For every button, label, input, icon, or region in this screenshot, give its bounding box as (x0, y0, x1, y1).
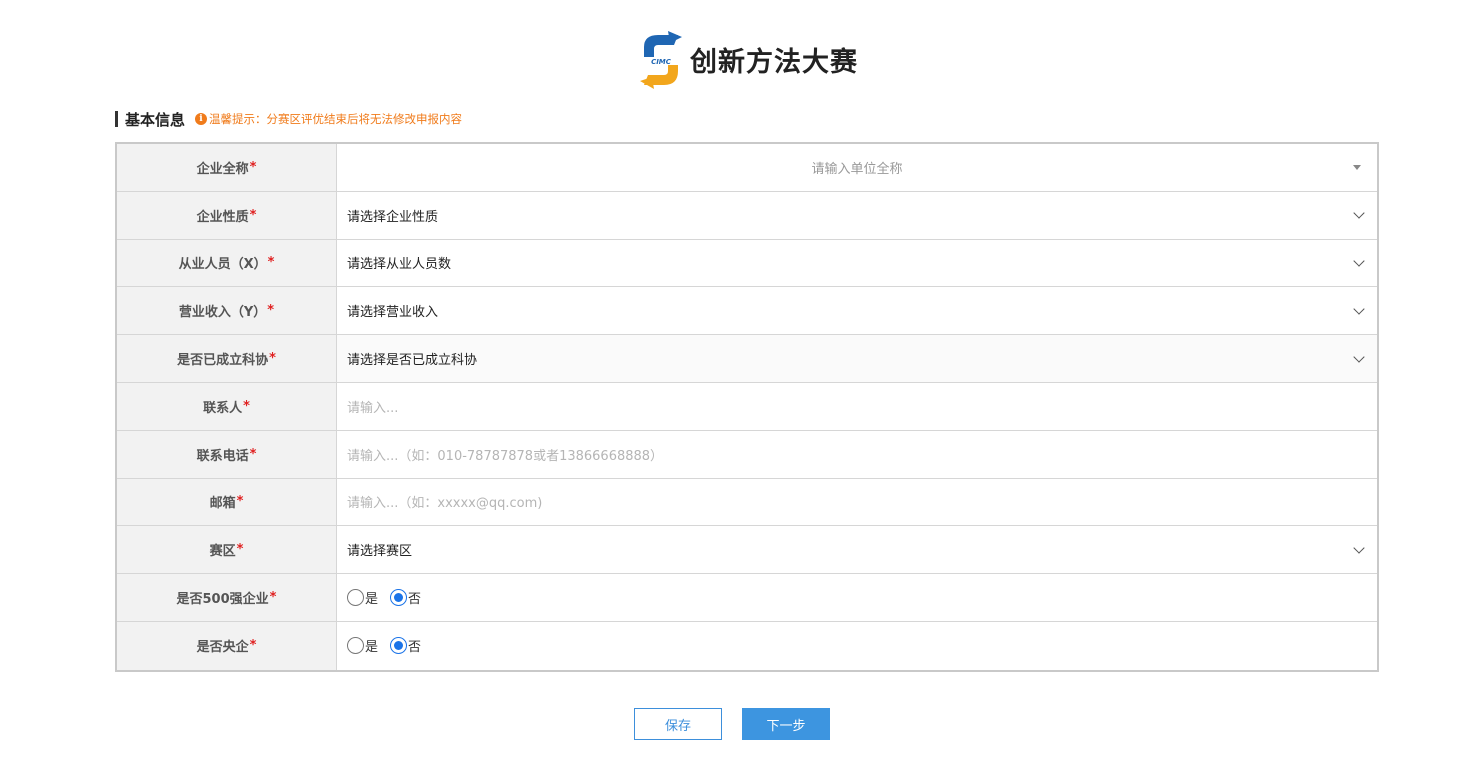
label-central: 是否央企 * (117, 621, 337, 670)
logo-text: CIMC (651, 58, 672, 66)
chevron-down-icon (1353, 542, 1365, 554)
required-mark: * (249, 638, 257, 654)
label-revenue: 营业收入（Y） * (117, 287, 337, 335)
contact-placeholder: 请输入... (347, 400, 399, 416)
phone-placeholder: 请输入...（如：010-78787878或者13866668888） (347, 448, 664, 464)
label-region: 赛区 * (117, 526, 337, 574)
label-top500: 是否500强企业 * (117, 574, 337, 621)
revenue-select[interactable]: 请选择营业收入 (337, 287, 1377, 334)
label-company-name: 企业全称 * (117, 144, 337, 191)
central-radio-group: 是 否 (337, 622, 1377, 670)
central-no-option[interactable]: 否 (390, 636, 421, 655)
save-button[interactable]: 保存 (634, 708, 722, 740)
radio-no-checked[interactable] (390, 637, 408, 655)
phone-input[interactable]: 请输入...（如：010-78787878或者13866668888） (337, 431, 1377, 478)
company-name-select[interactable]: 请输入单位全称 (337, 144, 1377, 191)
row-company-type: 企业性质 * 请选择企业性质 (117, 191, 1377, 240)
required-mark: * (269, 590, 277, 606)
top500-yes-option[interactable]: 是 (347, 588, 378, 607)
contact-input[interactable]: 请输入... (337, 383, 1377, 430)
required-mark: * (249, 159, 257, 175)
action-buttons: 保存 下一步 (0, 708, 1458, 740)
row-company-name: 企业全称 * 请输入单位全称 (117, 144, 1377, 192)
cimc-logo-icon: CIMC (638, 29, 684, 89)
tip-text: 温馨提示：分赛区评优结束后将无法修改申报内容 (209, 112, 463, 126)
label-contact: 联系人 * (117, 382, 337, 430)
employees-select[interactable]: 请选择从业人员数 (337, 240, 1377, 287)
row-sci-assoc: 是否已成立科协 * 请选择是否已成立科协 (117, 335, 1377, 383)
site-title: 创新方法大赛 (690, 46, 858, 78)
central-yes-option[interactable]: 是 (347, 636, 378, 655)
label-phone: 联系电话 * (117, 430, 337, 478)
row-revenue: 营业收入（Y） * 请选择营业收入 (117, 287, 1377, 336)
email-placeholder: 请输入...（如：xxxxx@qq.com) (347, 496, 543, 512)
basic-info-form: 企业全称 * 请输入单位全称 企业性质 * 请选择企业性质 从业人员（X） * 请选择… (115, 142, 1379, 672)
required-mark: * (236, 542, 244, 558)
row-central: 是否央企 * 是 否 (117, 621, 1377, 670)
required-mark: * (267, 303, 275, 319)
chevron-down-icon (1353, 350, 1365, 363)
region-value: 请选择赛区 (347, 544, 413, 560)
region-select[interactable]: 请选择赛区 (337, 526, 1377, 573)
required-mark: * (249, 207, 257, 223)
section-bar (115, 111, 118, 127)
label-company-type: 企业性质 * (117, 191, 337, 239)
company-type-select[interactable]: 请选择企业性质 (337, 192, 1377, 239)
row-top500: 是否500强企业 * 是 否 (117, 574, 1377, 622)
next-step-button[interactable]: 下一步 (742, 708, 830, 740)
radio-no-checked[interactable] (390, 589, 408, 607)
company-type-value: 请选择企业性质 (347, 209, 439, 225)
email-input[interactable]: 请输入...（如：xxxxx@qq.com) (337, 479, 1377, 526)
chevron-down-icon (1353, 303, 1365, 315)
row-phone: 联系电话 * 请输入...（如：010-78787878或者13866668888… (117, 430, 1377, 479)
section-header: 基本信息 i 温馨提示：分赛区评优结束后将无法修改申报内容 (115, 108, 462, 130)
required-mark: * (267, 255, 275, 271)
row-contact: 联系人 * 请输入... (117, 382, 1377, 431)
required-mark: * (269, 351, 276, 367)
row-email: 邮箱 * 请输入...（如：xxxxx@qq.com) (117, 478, 1377, 527)
section-title: 基本信息 (125, 110, 186, 129)
sci-assoc-value: 请选择是否已成立科协 (347, 353, 478, 369)
chevron-down-icon (1353, 207, 1365, 219)
row-region: 赛区 * 请选择赛区 (117, 526, 1377, 575)
label-email: 邮箱 * (117, 478, 337, 526)
required-mark: * (236, 494, 244, 510)
required-mark: * (249, 446, 257, 462)
employees-value: 请选择从业人员数 (347, 257, 452, 273)
chevron-down-icon (1353, 255, 1365, 267)
label-employees: 从业人员（X） * (117, 239, 337, 287)
row-employees: 从业人员（X） * 请选择从业人员数 (117, 239, 1377, 288)
header: CIMC 创新方法大赛 (0, 26, 1458, 92)
company-name-placeholder: 请输入单位全称 (811, 161, 903, 177)
sci-assoc-select[interactable]: 请选择是否已成立科协 (337, 335, 1377, 382)
revenue-value: 请选择营业收入 (347, 305, 439, 321)
caret-down-icon (1353, 165, 1361, 171)
radio-yes[interactable] (347, 589, 364, 607)
label-sci-assoc: 是否已成立科协 * (117, 335, 337, 382)
logo: CIMC 创新方法大赛 (638, 29, 858, 89)
radio-yes[interactable] (347, 637, 364, 655)
info-icon: i (195, 113, 208, 125)
required-mark: * (243, 398, 250, 414)
top500-no-option[interactable]: 否 (390, 588, 421, 607)
top500-radio-group: 是 否 (337, 574, 1377, 621)
